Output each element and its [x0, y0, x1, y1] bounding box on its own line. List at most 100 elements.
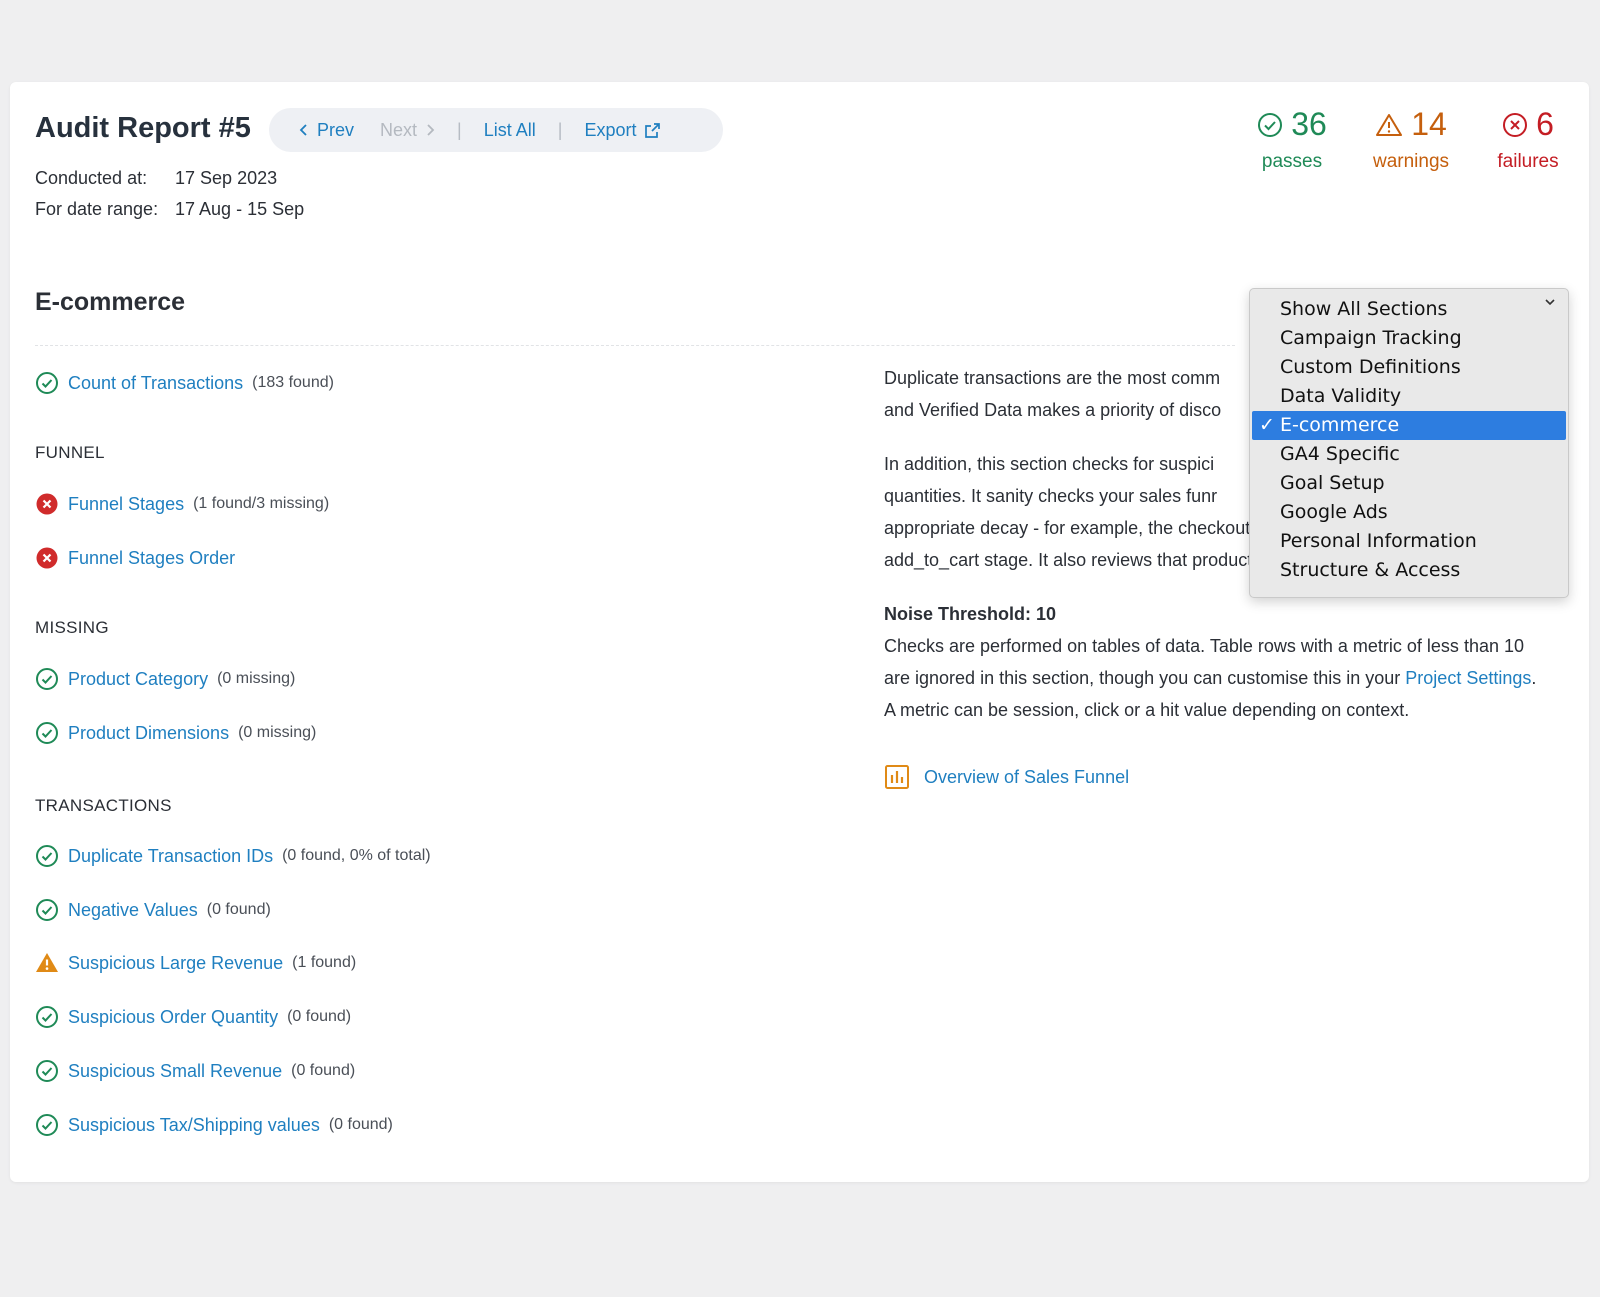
report-nav: Prev Next | List All | Export — [269, 108, 723, 152]
overview-sales-funnel-link[interactable]: Overview of Sales Funnel — [884, 764, 1129, 790]
description-text: are ignored in this section, though you … — [884, 668, 1406, 688]
pass-icon — [35, 1113, 59, 1137]
check-note: (0 missing) — [217, 670, 296, 687]
pass-icon — [35, 1005, 59, 1029]
check-note: (183 found) — [252, 374, 334, 391]
next-button[interactable]: Next — [380, 120, 435, 141]
export-label: Export — [584, 119, 637, 140]
prev-label: Prev — [317, 119, 355, 140]
description-p1: Duplicate transactions are the most comm… — [884, 362, 1221, 426]
list-all-button[interactable]: List All — [484, 120, 536, 141]
select-option[interactable]: Campaign Tracking — [1252, 324, 1566, 353]
check-item: Duplicate Transaction IDs (0 found, 0% o… — [35, 844, 431, 868]
checkmark-icon: ✓ — [1259, 414, 1275, 436]
group-heading: TRANSACTIONS — [35, 796, 172, 815]
noise-threshold-heading: Noise Threshold: 10 — [884, 604, 1057, 624]
chevron-left-icon — [299, 124, 307, 136]
section-title: E-commerce — [35, 288, 186, 316]
export-button[interactable]: Export — [584, 120, 661, 141]
check-item: Suspicious Order Quantity (0 found) — [35, 1005, 351, 1029]
description-line: and Verified Data makes a priority of di… — [884, 400, 1222, 420]
pass-icon — [35, 721, 59, 745]
group-heading: MISSING — [35, 618, 109, 637]
check-note: (1 found) — [292, 954, 357, 971]
check-item: Count of Transactions (183 found) — [35, 371, 334, 395]
warning-triangle-icon — [1376, 113, 1403, 136]
passes-stat: 36 passes — [1249, 106, 1335, 173]
list-all-label: List All — [483, 119, 536, 140]
check-link[interactable]: Duplicate Transaction IDs — [68, 846, 273, 867]
select-option[interactable]: Data Validity — [1252, 382, 1566, 411]
project-settings-link[interactable]: Project Settings — [1405, 668, 1531, 688]
select-option[interactable]: Goal Setup — [1252, 469, 1566, 498]
description-line: Duplicate transactions are the most comm — [884, 368, 1221, 388]
failures-label: failures — [1497, 151, 1559, 172]
check-link[interactable]: Funnel Stages Order — [68, 548, 235, 569]
conducted-at-label: Conducted at: — [35, 168, 148, 188]
passes-count: 36 — [1291, 106, 1327, 142]
x-circle-icon — [1503, 112, 1528, 137]
check-item: Product Category (0 missing) — [35, 667, 295, 691]
nav-separator: | — [557, 119, 563, 140]
check-circle-icon — [1258, 112, 1283, 137]
check-link[interactable]: Suspicious Tax/Shipping values — [68, 1115, 320, 1136]
chevron-right-icon — [427, 124, 435, 136]
fail-icon — [35, 492, 59, 516]
check-link[interactable]: Suspicious Large Revenue — [68, 953, 283, 974]
select-option[interactable]: Show All Sections — [1252, 295, 1566, 324]
check-link[interactable]: Count of Transactions — [68, 373, 243, 394]
check-link[interactable]: Product Dimensions — [68, 723, 229, 744]
check-item: Suspicious Large Revenue (1 found) — [35, 951, 356, 975]
passes-label: passes — [1261, 151, 1323, 172]
date-range-value: 17 Aug - 15 Sep — [175, 199, 305, 219]
select-option[interactable]: Custom Definitions — [1252, 353, 1566, 382]
check-item: Negative Values (0 found) — [35, 898, 271, 922]
date-range-row: For date range: 17 Aug - 15 Sep — [35, 199, 304, 220]
pass-icon — [35, 844, 59, 868]
overview-link-label: Overview of Sales Funnel — [924, 766, 1130, 787]
pass-icon — [35, 1059, 59, 1083]
select-option[interactable]: Structure & Access — [1252, 556, 1566, 585]
pass-icon — [35, 371, 59, 395]
prev-button[interactable]: Prev — [299, 120, 354, 141]
check-item: Funnel Stages Order — [35, 546, 235, 570]
check-link[interactable]: Funnel Stages — [68, 494, 184, 515]
check-note: (0 found) — [328, 1116, 393, 1133]
check-note: (0 found) — [287, 1008, 352, 1025]
select-option[interactable]: Personal Information — [1252, 527, 1566, 556]
description-line: are ignored in this section, though you … — [884, 662, 1536, 694]
bar-chart-icon — [885, 765, 909, 789]
pass-icon — [35, 667, 59, 691]
description-line: A metric can be session, click or a hit … — [884, 700, 1410, 720]
date-range-label: For date range: — [35, 199, 159, 219]
check-link[interactable]: Negative Values — [68, 900, 198, 921]
check-link[interactable]: Suspicious Order Quantity — [68, 1007, 278, 1028]
warnings-label: warnings — [1372, 151, 1450, 172]
check-item: Suspicious Small Revenue (0 found) — [35, 1059, 355, 1083]
check-note: (0 found) — [291, 1062, 356, 1079]
check-note: (0 missing) — [238, 724, 317, 741]
check-item: Funnel Stages (1 found/3 missing) — [35, 492, 329, 516]
section-select-dropdown[interactable]: Show All Sections Campaign Tracking Cust… — [1249, 288, 1569, 598]
conducted-at-row: Conducted at: 17 Sep 2023 — [35, 168, 277, 189]
audit-report-card: Audit Report #5 Prev Next | List All | E… — [10, 82, 1589, 1182]
failures-stat: 6 failures — [1485, 106, 1571, 173]
check-link[interactable]: Product Category — [68, 669, 208, 690]
noise-threshold-block: Noise Threshold: 10 Checks are performed… — [884, 598, 1536, 726]
check-note: (1 found/3 missing) — [193, 495, 330, 512]
description-text: . — [1531, 668, 1537, 688]
page-title: Audit Report #5 — [35, 112, 251, 144]
check-link[interactable]: Suspicious Small Revenue — [68, 1061, 282, 1082]
warnings-stat: 14 warnings — [1361, 106, 1461, 173]
check-note: (0 found, 0% of total) — [282, 847, 431, 864]
check-note: (0 found) — [206, 901, 271, 918]
select-option[interactable]: Google Ads — [1252, 498, 1566, 527]
select-option-selected[interactable]: ✓ E-commerce — [1252, 411, 1566, 440]
warning-icon — [35, 951, 59, 975]
fail-icon — [35, 546, 59, 570]
conducted-at-value: 17 Sep 2023 — [175, 168, 278, 188]
stats-summary: 36 passes 14 warnings 6 failures — [1249, 106, 1589, 186]
select-option[interactable]: GA4 Specific — [1252, 440, 1566, 469]
failures-count: 6 — [1536, 106, 1554, 142]
external-link-icon — [645, 122, 661, 138]
